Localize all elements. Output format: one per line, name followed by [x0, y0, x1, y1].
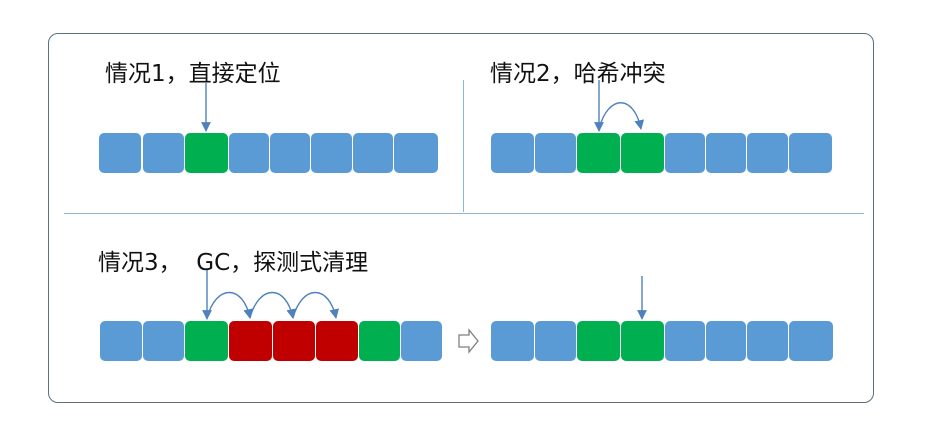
slot [394, 133, 438, 173]
occupied-slot [577, 321, 620, 361]
slot [401, 321, 442, 361]
slot [143, 133, 184, 173]
slot [491, 321, 534, 361]
slot [311, 133, 352, 173]
slot [99, 133, 141, 173]
case2-title: 情况2，哈希冲突 [490, 61, 666, 87]
occupied-slot [359, 321, 400, 361]
stale-slot [316, 321, 358, 361]
slot [143, 321, 184, 361]
occupied-slot [621, 321, 664, 361]
slot [491, 133, 534, 173]
slot [789, 133, 832, 173]
slot [706, 321, 746, 361]
slot [535, 133, 576, 173]
case1-title: 情况1，直接定位 [105, 61, 281, 87]
slot [747, 321, 788, 361]
stale-slot [273, 321, 315, 361]
slot [100, 321, 142, 361]
slot [535, 321, 576, 361]
occupied-slot [577, 133, 620, 173]
occupied-slot [185, 321, 228, 361]
stale-slot [229, 321, 272, 361]
slot [665, 133, 705, 173]
slot [789, 321, 833, 361]
vertical-divider [463, 80, 465, 212]
slot [665, 321, 705, 361]
case3-title: 情况3， GC，探测式清理 [98, 250, 369, 276]
slot [706, 133, 746, 173]
occupied-slot [185, 133, 228, 173]
slot [229, 133, 269, 173]
occupied-slot [621, 133, 664, 173]
slot [353, 133, 393, 173]
slot [270, 133, 310, 173]
horizontal-divider [64, 213, 864, 215]
slot [747, 133, 788, 173]
